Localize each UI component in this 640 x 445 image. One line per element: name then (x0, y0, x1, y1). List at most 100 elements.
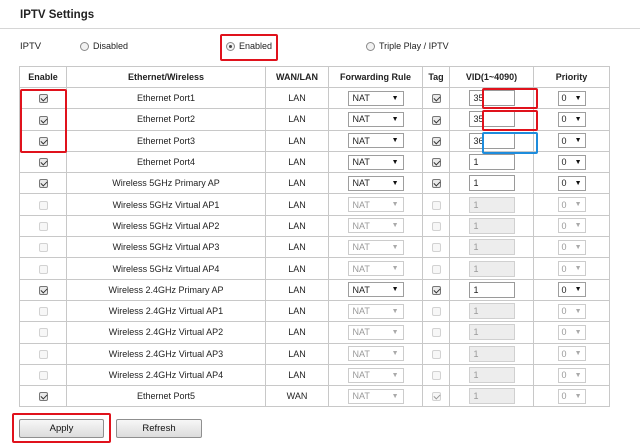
tag-checkbox[interactable] (431, 200, 441, 210)
tag-checkbox[interactable] (431, 179, 441, 189)
header-ethernet-wireless: Ethernet/Wireless (66, 66, 266, 88)
forwarding-rule-select[interactable]: NAT ▼ (347, 303, 404, 319)
forwarding-rule-select[interactable]: NAT ▼ (347, 239, 404, 255)
vid-input[interactable]: 1 (468, 303, 515, 320)
chevron-down-icon: ▼ (391, 137, 399, 145)
priority-select[interactable]: 0 ▼ (557, 154, 586, 170)
tag-checkbox[interactable] (431, 392, 441, 402)
forwarding-rule-value: NAT (352, 178, 370, 189)
enable-checkbox[interactable] (38, 200, 48, 210)
tag-checkbox[interactable] (431, 285, 441, 295)
forwarding-rule-select[interactable]: NAT ▼ (347, 111, 404, 127)
priority-select[interactable]: 0 ▼ (557, 346, 586, 362)
priority-select[interactable]: 0 ▼ (557, 239, 586, 255)
vid-input[interactable]: 1 (468, 388, 515, 405)
forwarding-rule-cell: NAT ▼ (328, 108, 423, 131)
vid-input[interactable]: 1 (468, 196, 515, 213)
forwarding-rule-select[interactable]: NAT ▼ (347, 388, 404, 404)
forwarding-rule-value: NAT (352, 93, 370, 104)
enable-checkbox[interactable] (38, 221, 48, 231)
vid-cell: 1 (449, 214, 534, 238)
forwarding-rule-select[interactable]: NAT ▼ (347, 90, 404, 106)
tag-checkbox[interactable] (431, 264, 441, 274)
forwarding-rule-select[interactable]: NAT ▼ (347, 367, 404, 383)
radio-triple-play[interactable]: Triple Play / IPTV (366, 41, 449, 51)
vid-input[interactable]: 1 (468, 367, 515, 383)
forwarding-rule-select[interactable]: NAT ▼ (347, 261, 404, 277)
enable-cell (19, 257, 67, 280)
vid-input[interactable]: 1 (468, 239, 515, 256)
tag-cell (422, 214, 450, 238)
vid-input[interactable]: 1 (468, 154, 515, 171)
vid-input[interactable]: 1 (468, 281, 515, 298)
priority-select[interactable]: 0 ▼ (557, 324, 586, 340)
priority-select[interactable]: 0 ▼ (557, 261, 586, 277)
tag-checkbox[interactable] (431, 328, 441, 338)
radio-disabled-circle[interactable] (80, 41, 89, 51)
interface-name: Wireless 5GHz Virtual AP4 (66, 257, 266, 280)
enable-checkbox[interactable] (38, 328, 48, 338)
forwarding-rule-value: NAT (352, 220, 370, 231)
priority-select[interactable]: 0 ▼ (557, 175, 586, 191)
tag-checkbox[interactable] (431, 94, 441, 104)
forwarding-rule-select[interactable]: NAT ▼ (347, 282, 404, 298)
enable-checkbox[interactable] (38, 243, 48, 253)
enable-checkbox[interactable] (38, 392, 48, 402)
tag-checkbox[interactable] (431, 115, 441, 125)
enable-checkbox[interactable] (38, 264, 48, 274)
vid-input[interactable]: 35 (468, 111, 515, 128)
priority-select[interactable]: 0 ▼ (557, 303, 586, 319)
priority-select[interactable]: 0 ▼ (557, 197, 586, 213)
priority-select[interactable]: 0 ▼ (557, 282, 586, 298)
interface-name: Ethernet Port3 (66, 129, 266, 152)
vid-input[interactable]: 1 (468, 345, 515, 362)
table-row: Ethernet Port1 LAN NAT ▼ 35 0 ▼ (19, 86, 610, 110)
forwarding-rule-select[interactable]: NAT ▼ (347, 218, 404, 234)
forwarding-rule-select[interactable]: NAT ▼ (347, 324, 404, 340)
tag-cell (422, 385, 450, 408)
tag-checkbox[interactable] (431, 158, 441, 168)
interface-name: Wireless 5GHz Virtual AP1 (66, 193, 266, 216)
forwarding-rule-select[interactable]: NAT ▼ (347, 133, 404, 149)
priority-select[interactable]: 0 ▼ (557, 388, 586, 404)
priority-select[interactable]: 0 ▼ (557, 90, 586, 106)
enable-checkbox[interactable] (38, 136, 48, 146)
priority-select[interactable]: 0 ▼ (557, 218, 586, 234)
vid-input[interactable]: 1 (468, 324, 515, 341)
enable-checkbox[interactable] (38, 307, 48, 317)
apply-button[interactable]: Apply (19, 419, 104, 438)
forwarding-rule-select[interactable]: NAT ▼ (347, 346, 404, 362)
radio-disabled[interactable]: Disabled (80, 41, 128, 51)
priority-select[interactable]: 0 ▼ (557, 111, 586, 127)
tag-checkbox[interactable] (431, 371, 441, 381)
tag-checkbox[interactable] (431, 136, 441, 146)
enable-checkbox[interactable] (38, 371, 48, 381)
vid-input[interactable]: 35 (468, 90, 515, 107)
tag-checkbox[interactable] (431, 243, 441, 253)
enable-checkbox[interactable] (38, 349, 48, 359)
vid-input[interactable]: 1 (468, 175, 515, 192)
forwarding-rule-select[interactable]: NAT ▼ (347, 154, 404, 170)
tag-checkbox[interactable] (431, 221, 441, 231)
forwarding-rule-select[interactable]: NAT ▼ (347, 197, 404, 213)
priority-select[interactable]: 0 ▼ (557, 367, 586, 383)
radio-triple-play-circle[interactable] (366, 41, 375, 51)
refresh-button[interactable]: Refresh (116, 419, 202, 438)
enable-checkbox[interactable] (38, 179, 48, 189)
forwarding-rule-select[interactable]: NAT ▼ (347, 175, 404, 191)
vid-input[interactable]: 1 (468, 260, 515, 277)
tag-checkbox[interactable] (431, 307, 441, 317)
enable-checkbox[interactable] (38, 115, 48, 125)
forwarding-rule-value: NAT (352, 242, 370, 253)
enable-checkbox[interactable] (38, 285, 48, 295)
radio-enabled[interactable]: Enabled (226, 41, 272, 51)
tag-checkbox[interactable] (431, 349, 441, 359)
priority-cell: 0 ▼ (533, 129, 610, 152)
vid-input[interactable]: 1 (468, 217, 515, 234)
priority-select[interactable]: 0 ▼ (557, 133, 586, 149)
priority-cell: 0 ▼ (533, 278, 610, 301)
vid-input[interactable]: 36 (468, 132, 515, 149)
enable-checkbox[interactable] (38, 94, 48, 104)
enable-checkbox[interactable] (38, 158, 48, 168)
radio-enabled-circle[interactable] (226, 41, 235, 51)
